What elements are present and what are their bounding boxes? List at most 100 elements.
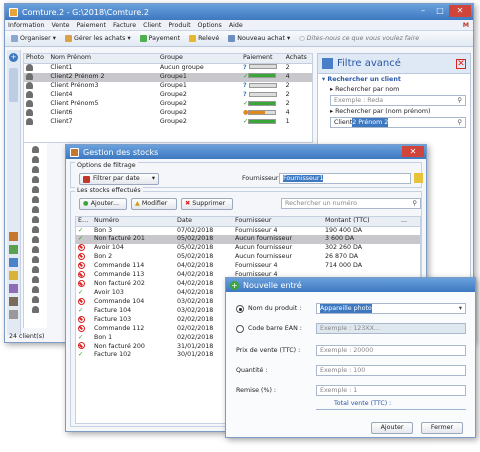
avatar (32, 176, 39, 183)
menu-options[interactable]: Options (198, 22, 222, 29)
close-button[interactable]: ✕ (449, 5, 471, 17)
column-more[interactable]: ... (399, 217, 420, 227)
main-title: Comture.2 - G:\2018\Comture.2 (22, 7, 149, 17)
stock-icon (70, 147, 79, 157)
table-row[interactable]: Bon 2 05/02/2018 Aucun fournisseur 26 870 D… (76, 252, 420, 262)
collapse-handle[interactable] (9, 68, 18, 102)
menu-paiement[interactable]: Paiement (76, 22, 105, 29)
maximize-button[interactable]: □ (432, 5, 448, 17)
column-purchases[interactable]: Achats (283, 54, 312, 64)
module-icon-7[interactable] (9, 310, 18, 319)
column-supplier[interactable]: Fournisseur (233, 217, 323, 227)
product-select[interactable]: Appareille photo ▾ (316, 303, 466, 314)
delete-button[interactable]: ✖ Supprimer (181, 198, 233, 210)
column-payment[interactable]: Paiement (240, 54, 284, 64)
module-icon-2[interactable] (9, 245, 18, 254)
cancelled-icon (78, 243, 85, 251)
column-amount[interactable]: Montant (TTC) (323, 217, 399, 227)
stock-close-button[interactable]: ✕ (402, 146, 424, 157)
filter-section[interactable]: ▾ Rechercher un client (318, 74, 470, 85)
module-icon-5[interactable] (9, 284, 18, 293)
column-photo[interactable]: Photo (24, 54, 49, 64)
module-icon-3[interactable] (9, 258, 18, 267)
table-row[interactable]: Client4 Groupe2? 2 (24, 90, 312, 100)
tell-me-box[interactable]: ○ Dites-nous ce que vous voulez faire (296, 34, 422, 43)
menu-facture[interactable]: Facture (113, 22, 136, 29)
module-icon-1[interactable] (9, 232, 18, 241)
check-icon: ✓ (78, 235, 84, 243)
add-button[interactable]: ● Ajouter... (79, 198, 127, 210)
table-row[interactable]: Client1 Aucun groupe? 2 (24, 63, 312, 73)
column-name[interactable]: Nom Prénom (48, 54, 158, 64)
chevron-down-icon: ▾ (151, 175, 155, 182)
avatar (32, 256, 39, 263)
quantity-input[interactable]: Exemple : 100 (316, 365, 466, 376)
avatar (26, 109, 33, 117)
table-row[interactable]: Client Prénom3 Groupe1? 2 (24, 81, 312, 91)
client-list: Photo Nom Prénom Groupe Paiement Achats … (23, 53, 313, 143)
payement-button[interactable]: Payement (137, 34, 183, 43)
module-icon-6[interactable] (9, 297, 18, 306)
filter-icon (322, 58, 333, 69)
barcode-radio[interactable] (236, 325, 244, 333)
releve-button[interactable]: Relevé (186, 34, 222, 43)
table-row[interactable]: Client6 Groupe2 ● 4 (24, 109, 312, 118)
cancelled-icon (78, 271, 85, 279)
table-row[interactable]: Client7 Groupe2 ✓ 1 (24, 118, 312, 127)
table-row[interactable]: Client2 Prénom 2 Groupe1 ✓ 4 (24, 72, 312, 82)
search-number-input[interactable]: Rechercher un numéro ⚲ (281, 198, 421, 209)
product-radio[interactable] (236, 305, 244, 313)
mail-icon[interactable]: M (463, 22, 469, 29)
barcode-input[interactable]: Exemple : 123XX... (316, 323, 466, 334)
expand-icon[interactable]: + (9, 53, 18, 62)
question-icon: ? (242, 91, 247, 99)
filter-by-date-button[interactable]: Filtrer par date ▾ (79, 173, 159, 185)
cart-icon (64, 35, 72, 42)
cancelled-icon (78, 261, 85, 269)
modify-button[interactable]: ▲ Modifier (131, 198, 177, 210)
cancelled-icon (78, 297, 85, 305)
total-underline (316, 409, 466, 410)
total-label: Total vente (TTC) : (334, 400, 392, 407)
search-by-name-input[interactable]: Exemple : Reda ⚲ (330, 95, 466, 106)
menu-vente[interactable]: Vente (51, 22, 69, 29)
column-date[interactable]: Date (175, 217, 233, 227)
price-input[interactable]: Exemple : 20000 (316, 345, 466, 356)
question-icon: ? (242, 63, 247, 71)
search-by-fullname-input[interactable]: Client 2 Prénom 2 ⚲ (330, 117, 466, 128)
close-entry-button[interactable]: Fermer (421, 422, 463, 434)
table-row[interactable]: ✓ Non facturé 201 05/02/2018 Aucun fourniss… (76, 235, 420, 244)
avatar (32, 266, 39, 273)
column-number[interactable]: Numéro (92, 217, 175, 227)
filter-funnel-icon[interactable] (414, 173, 423, 183)
table-row[interactable]: ✓ Bon 3 07/02/2018 Fournisseur 4 190 400 DA (76, 226, 420, 235)
menu-client[interactable]: Client (143, 22, 161, 29)
column-state[interactable]: Etat (76, 217, 92, 227)
add-entry-button[interactable]: Ajouter (371, 422, 413, 434)
table-row[interactable]: Avoir 104 05/02/2018 Aucun fournisseur 302 … (76, 243, 420, 253)
discount-label: Remise (%) : (236, 387, 277, 394)
nouveau-achat-button[interactable]: Nouveau achat ▾ (225, 34, 293, 43)
supplier-input[interactable]: Fournisseur1 (279, 173, 411, 184)
column-group[interactable]: Groupe (157, 54, 241, 64)
by-name-label: ▸ Rechercher par nom (330, 86, 400, 93)
table-row[interactable]: Commande 114 04/02/2018 Fournisseur 4 714 0… (76, 261, 420, 271)
menu-aide[interactable]: Aide (229, 22, 243, 29)
photo-column-continued (23, 143, 47, 328)
avatar (26, 99, 33, 107)
menu-produit[interactable]: Produit (168, 22, 190, 29)
discount-input[interactable]: Exemple : 1 (316, 385, 466, 396)
filter-close-icon[interactable]: ✕ (456, 58, 466, 69)
filter-title: Filtre avancé (337, 58, 401, 69)
module-icon-4[interactable] (9, 271, 18, 280)
avatar (32, 246, 39, 253)
menu-information[interactable]: Information (8, 22, 44, 29)
menu-bar: Information Vente Paiement Facture Clien… (5, 20, 473, 31)
minimize-button[interactable]: – (415, 5, 431, 17)
table-row[interactable]: Client Prénom5 Groupe2 ✓ 2 (24, 99, 312, 109)
supplier-label: Fournisseur : (242, 175, 283, 182)
search-icon: ⚲ (457, 119, 462, 126)
organiser-button[interactable]: Organiser ▾ (8, 34, 59, 43)
organiser-icon (11, 35, 18, 42)
gerer-achats-button[interactable]: Gérer les achats ▾ (62, 34, 134, 43)
